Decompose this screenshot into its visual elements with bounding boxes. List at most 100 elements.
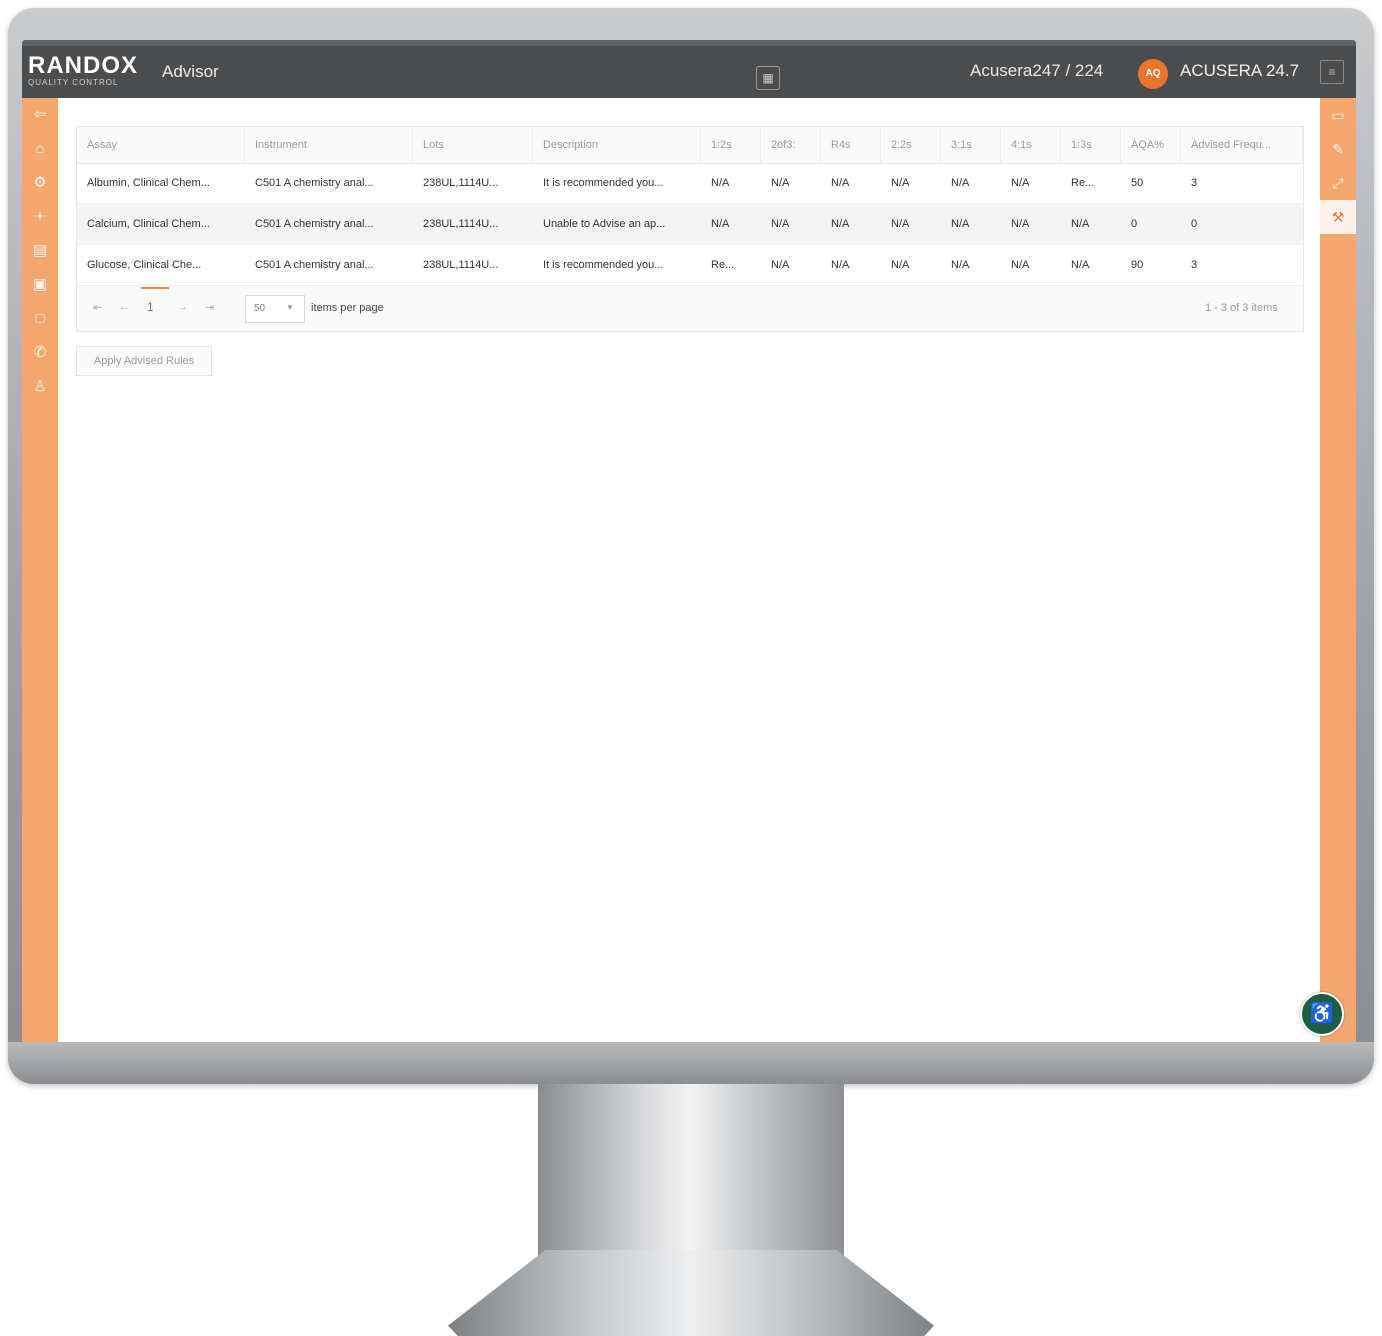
cell-lots: 238UL,1114U... xyxy=(423,218,499,230)
column-header-advised-frequency[interactable]: Advised Frequ... xyxy=(1181,127,1303,163)
cell-aqa: 0 xyxy=(1131,218,1138,230)
left-sidebar: ⇦ ⌂ ⚙ + ▤ ▣ □ ✆ ♙ xyxy=(22,98,58,1042)
column-header-instrument[interactable]: Instrument xyxy=(245,127,413,163)
grid-header: Assay Instrument Lots Description 1:2s 2… xyxy=(77,127,1303,164)
prev-page-button[interactable]: ← xyxy=(119,301,130,313)
column-header-rule-4-1s[interactable]: 4:1s xyxy=(1001,127,1061,163)
cell-assay: Albumin, Clinical Chem... xyxy=(87,177,210,189)
current-page-number[interactable]: 1 xyxy=(147,300,154,314)
cell-rule-1-2s: N/A xyxy=(711,218,730,230)
cell-advised-frequency: 0 xyxy=(1191,218,1198,230)
logo-wordmark: RANDOX xyxy=(28,52,139,79)
item-count: 1 - 3 of 3 items xyxy=(1205,302,1278,314)
randox-logo: RANDOX QUALITY CONTROL xyxy=(28,54,138,88)
column-header-rule-r4s[interactable]: R4s xyxy=(821,127,881,163)
column-header-rule-3-1s[interactable]: 3:1s xyxy=(941,127,1001,163)
cell-description: Unable to Advise an ap... xyxy=(543,218,666,230)
next-page-button[interactable]: → xyxy=(177,301,188,313)
last-page-button[interactable]: ⇥ xyxy=(205,301,214,314)
cell-rule-2-2s: N/A xyxy=(891,259,910,271)
page-size-select[interactable]: 50 ▼ xyxy=(245,295,305,323)
right-sidebar: ▭ ✎ ⤢ ⚒ xyxy=(1320,98,1356,1042)
phone-icon[interactable]: ✆ xyxy=(22,336,58,370)
cell-rule-1-3s: Re... xyxy=(1071,177,1095,189)
column-header-rule-1-3s[interactable]: 1:3s xyxy=(1061,127,1121,163)
monitor-stand-base xyxy=(448,1250,934,1336)
panel-icon[interactable]: ▭ xyxy=(1320,98,1356,132)
chart-icon[interactable]: ⤢ xyxy=(1320,166,1356,200)
back-icon[interactable]: ⇦ xyxy=(22,98,58,132)
cell-rule-1-3s: N/A xyxy=(1071,259,1090,271)
report-icon[interactable]: ▣ xyxy=(22,268,58,302)
column-header-rule-1-2s[interactable]: 1:2s xyxy=(701,127,761,163)
cell-advised-frequency: 3 xyxy=(1191,177,1198,189)
cell-instrument: C501 A chemistry anal... xyxy=(255,218,374,230)
grid-icon[interactable]: ▦ xyxy=(756,66,780,90)
column-header-description[interactable]: Description xyxy=(533,127,701,163)
cell-rule-4-1s: N/A xyxy=(1011,177,1030,189)
app-screen: RANDOX QUALITY CONTROL Advisor ▦ Acusera… xyxy=(22,46,1356,1042)
cell-assay: Calcium, Clinical Chem... xyxy=(87,218,210,230)
cell-rule-2-2s: N/A xyxy=(891,218,910,230)
cell-aqa: 50 xyxy=(1131,177,1144,189)
cell-rule-1-2s: Re... xyxy=(711,259,735,271)
cell-description: It is recommended you... xyxy=(543,259,664,271)
current-page-indicator xyxy=(141,287,169,289)
cell-rule-4-1s: N/A xyxy=(1011,218,1030,230)
column-header-lots[interactable]: Lots xyxy=(413,127,533,163)
cell-rule-1-2s: N/A xyxy=(711,177,730,189)
top-bar: RANDOX QUALITY CONTROL Advisor ▦ Acusera… xyxy=(22,46,1356,98)
plus-icon[interactable]: + xyxy=(22,200,58,234)
apply-advised-rules-button[interactable]: Apply Advised Rules xyxy=(76,346,212,376)
cell-rule-3-1s: N/A xyxy=(951,177,970,189)
cell-rule-2of3: N/A xyxy=(771,259,790,271)
column-header-rule-2of3[interactable]: 2of3: xyxy=(761,127,821,163)
lab-selector[interactable]: Acusera247 / 224 xyxy=(970,61,1103,81)
items-per-page-label: items per page xyxy=(311,302,384,314)
cell-rule-3-1s: N/A xyxy=(951,259,970,271)
page-size-value: 50 xyxy=(254,303,266,314)
cell-advised-frequency: 3 xyxy=(1191,259,1198,271)
cell-instrument: C501 A chemistry anal... xyxy=(255,259,374,271)
cell-rule-2-2s: N/A xyxy=(891,177,910,189)
avatar[interactable]: AQ xyxy=(1138,59,1168,89)
cell-lots: 238UL,1114U... xyxy=(423,177,499,189)
cell-rule-2of3: N/A xyxy=(771,177,790,189)
column-header-assay[interactable]: Assay xyxy=(77,127,245,163)
user-icon[interactable]: ♙ xyxy=(22,370,58,404)
cell-rule-2of3: N/A xyxy=(771,218,790,230)
dashboard-icon[interactable]: ▤ xyxy=(22,234,58,268)
cell-aqa: 90 xyxy=(1131,259,1144,271)
cell-rule-r4s: N/A xyxy=(831,259,850,271)
cell-rule-r4s: N/A xyxy=(831,177,850,189)
app-version: ACUSERA 24.7 xyxy=(1180,61,1300,80)
table-row[interactable]: Calcium, Clinical Chem... C501 A chemist… xyxy=(77,204,1303,245)
logo-tagline: QUALITY CONTROL xyxy=(28,78,119,87)
chevron-down-icon: ▼ xyxy=(286,303,294,312)
monitor-chin xyxy=(8,1042,1374,1084)
advisor-grid: Assay Instrument Lots Description 1:2s 2… xyxy=(76,126,1304,332)
page-title: Advisor xyxy=(162,62,219,81)
cell-assay: Glucose, Clinical Che... xyxy=(87,259,202,271)
cell-description: It is recommended you... xyxy=(543,177,664,189)
column-header-aqa[interactable]: AQA% xyxy=(1121,127,1181,163)
cell-rule-4-1s: N/A xyxy=(1011,259,1030,271)
cell-rule-r4s: N/A xyxy=(831,218,850,230)
cell-instrument: C501 A chemistry anal... xyxy=(255,177,374,189)
cell-rule-1-3s: N/A xyxy=(1071,218,1090,230)
column-header-rule-2-2s[interactable]: 2:2s xyxy=(881,127,941,163)
home-icon[interactable]: ⌂ xyxy=(22,132,58,166)
accessibility-icon[interactable]: ♿ xyxy=(1300,992,1344,1036)
menu-icon[interactable]: ≡ xyxy=(1320,60,1344,84)
cell-lots: 238UL,1114U... xyxy=(423,259,499,271)
table-row[interactable]: Albumin, Clinical Chem... C501 A chemist… xyxy=(77,163,1303,204)
first-page-button[interactable]: ⇤ xyxy=(93,301,102,314)
settings-icon[interactable]: ⚙ xyxy=(22,166,58,200)
edit-icon[interactable]: ✎ xyxy=(1320,132,1356,166)
document-icon[interactable]: □ xyxy=(22,302,58,336)
table-row[interactable]: Glucose, Clinical Che... C501 A chemistr… xyxy=(77,245,1303,286)
wrench-icon[interactable]: ⚒ xyxy=(1320,200,1356,234)
cell-rule-3-1s: N/A xyxy=(951,218,970,230)
monitor-stand-neck xyxy=(538,1084,844,1274)
pager: ⇤ ← 1 → ⇥ 50 ▼ items per page 1 - 3 of 3… xyxy=(77,287,1303,331)
